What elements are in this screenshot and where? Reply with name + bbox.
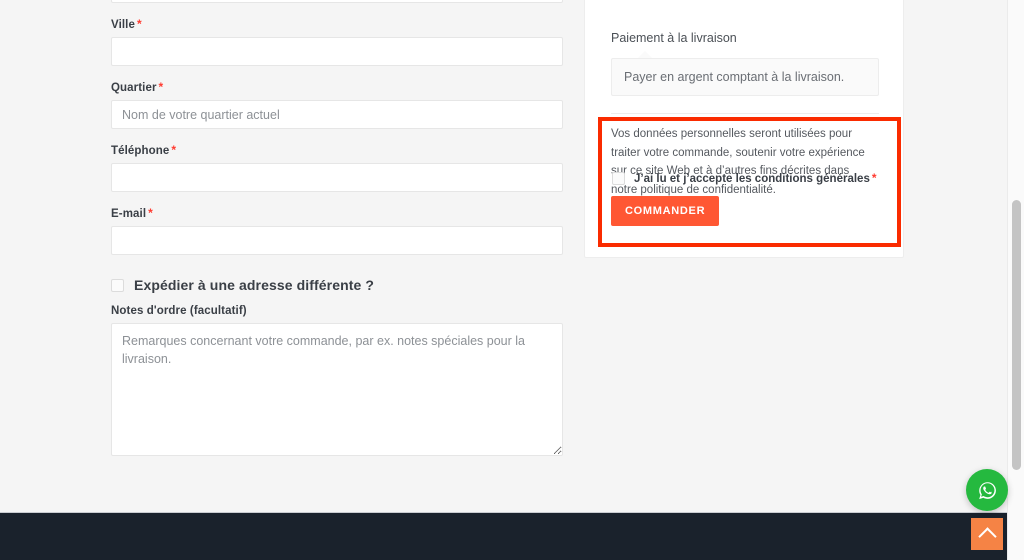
order-notes-label: Notes d'ordre (facultatif) — [111, 305, 247, 317]
label-email: E-mail * — [111, 206, 563, 220]
payment-method-description-text: Payer en argent comptant à la livraison. — [624, 70, 845, 84]
payment-method-description-box: Payer en argent comptant à la livraison. — [611, 58, 879, 96]
clipped-input-above[interactable] — [111, 0, 563, 3]
order-review-card: Paiement à la livraison Payer en argent … — [584, 0, 904, 258]
checkout-content: Ville* Quartier* Téléphone* — [0, 0, 1007, 512]
whatsapp-icon[interactable] — [966, 469, 1008, 511]
label-ville: Ville * — [111, 17, 563, 31]
required-marker-ville: * — [136, 17, 142, 31]
chevron-up-icon — [977, 526, 997, 546]
ship-to-different-address-label: Expédier à une adresse différente ? — [134, 277, 375, 293]
label-quartier-text: Quartier — [111, 82, 157, 94]
scroll-to-top-button[interactable] — [971, 518, 1003, 550]
required-marker-telephone: * — [171, 143, 177, 157]
label-email-text: E-mail — [111, 208, 147, 220]
field-block-email: E-mail * — [111, 206, 563, 255]
field-block-ville: Ville * — [111, 17, 563, 66]
page-scrollbar-thumb[interactable] — [1012, 200, 1021, 470]
label-ville-text: Ville — [111, 19, 135, 31]
page-scrollbar-track[interactable] — [1007, 0, 1024, 560]
field-block-quartier: Quartier * — [111, 80, 563, 129]
input-quartier[interactable] — [111, 100, 563, 129]
page-scroll-area: Ville* Quartier* Téléphone* — [0, 0, 1007, 560]
label-quartier: Quartier * — [111, 80, 563, 94]
ship-to-different-address-checkbox[interactable] — [111, 278, 124, 292]
site-footer — [0, 512, 1007, 560]
input-email[interactable] — [111, 226, 563, 255]
payment-method-label: Paiement à la livraison — [611, 31, 737, 45]
billing-form: Ville* Quartier* Téléphone* — [111, 0, 563, 269]
field-block-telephone: Téléphone * — [111, 143, 563, 192]
card-divider — [611, 113, 879, 114]
privacy-section-highlight-box — [598, 117, 901, 247]
input-ville[interactable] — [111, 37, 563, 66]
ship-to-different-address-row[interactable]: Expédier à une adresse différente ? — [111, 277, 374, 293]
required-marker-email: * — [148, 206, 153, 220]
required-marker-quartier: * — [158, 80, 164, 94]
order-notes-block: Notes d'ordre (facultatif) — [111, 305, 563, 456]
order-notes-textarea[interactable] — [111, 323, 563, 456]
label-telephone: Téléphone * — [111, 143, 563, 157]
label-telephone-text: Téléphone — [111, 145, 170, 157]
field-block-clipped — [111, 0, 563, 3]
input-telephone[interactable] — [111, 163, 563, 192]
